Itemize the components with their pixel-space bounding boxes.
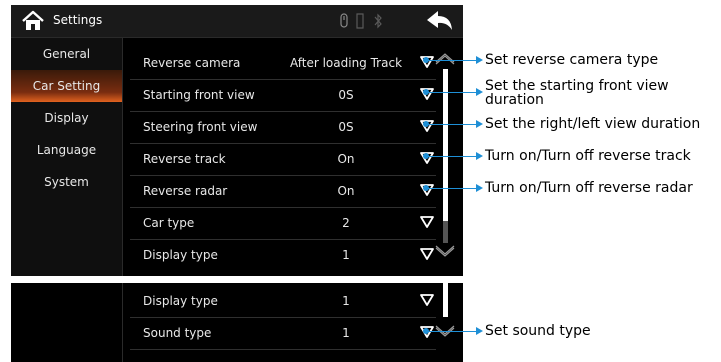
back-icon[interactable] [425, 9, 455, 33]
setting-row-car-type[interactable]: Car type 2 [130, 207, 436, 240]
page-title: Settings [53, 13, 103, 27]
usb-icon [340, 13, 348, 28]
dropdown-arrow-icon[interactable] [420, 293, 434, 307]
setting-value: 1 [342, 248, 350, 262]
scroll-down-icon[interactable] [434, 325, 456, 339]
callout-reverse-radar: Turn on/Turn off reverse radar [485, 180, 693, 196]
scrollbar[interactable] [443, 283, 448, 317]
settings-screen-scrolled: Display type 1 Sound type 1 [11, 283, 463, 362]
scrollbar-thumb[interactable] [443, 221, 448, 243]
callout-line [426, 331, 476, 332]
setting-value: 0S [338, 88, 354, 102]
callout-starting-front-view-cont: duration [485, 92, 544, 108]
setting-value: 1 [342, 294, 350, 308]
setting-label: Starting front view [143, 88, 255, 102]
sidebar-item-general[interactable]: General [11, 38, 122, 70]
sd-card-icon [356, 13, 364, 29]
callout-reverse-camera: Set reverse camera type [485, 52, 659, 68]
callout-line [426, 188, 476, 189]
sidebar-item-system[interactable]: System [11, 166, 122, 198]
sidebar-item-display[interactable]: Display [11, 102, 122, 134]
setting-row-sound-type[interactable]: Sound type 1 [130, 317, 436, 350]
setting-row-display-type[interactable]: Display type 1 [130, 285, 436, 318]
setting-value: On [337, 152, 355, 166]
setting-value: 0S [338, 120, 354, 134]
home-icon[interactable] [21, 10, 45, 32]
callout-line [426, 60, 476, 61]
setting-value: On [337, 184, 355, 198]
callout-arrow-icon [476, 327, 483, 335]
sidebar-item-car-setting[interactable]: Car Setting [11, 70, 122, 102]
setting-label: Reverse camera [143, 56, 241, 70]
sidebar: General Car Setting Display Language Sys… [11, 38, 123, 276]
setting-row-reverse-radar[interactable]: Reverse radar On [130, 175, 436, 208]
callout-steering-front-view: Set the right/left view duration [485, 116, 701, 132]
setting-row-reverse-camera[interactable]: Reverse camera After loading Track [130, 47, 436, 80]
sidebar [11, 283, 123, 362]
setting-label: Reverse track [143, 152, 226, 166]
setting-value: 2 [342, 216, 350, 230]
setting-label: Car type [143, 216, 195, 230]
scroll-up-icon[interactable] [434, 51, 456, 65]
title-bar: Settings [11, 5, 463, 38]
callout-arrow-icon [476, 88, 483, 96]
setting-label: Reverse radar [143, 184, 228, 198]
setting-row-steering-front-view[interactable]: Steering front view 0S [130, 111, 436, 144]
scroll-down-icon[interactable] [434, 245, 456, 259]
callout-arrow-icon [476, 152, 483, 160]
setting-value: After loading Track [289, 56, 403, 70]
dropdown-arrow-icon[interactable] [420, 215, 434, 229]
setting-label: Sound type [143, 326, 212, 340]
callout-arrow-icon [476, 56, 483, 64]
bluetooth-icon [374, 13, 382, 29]
callout-line [426, 156, 476, 157]
setting-label: Steering front view [143, 120, 258, 134]
callout-sound-type: Set sound type [485, 323, 591, 339]
setting-label: Display type [143, 248, 218, 262]
dropdown-arrow-icon[interactable] [420, 247, 434, 261]
callout-arrow-icon [476, 184, 483, 192]
callout-line [426, 92, 476, 93]
callout-arrow-icon [476, 120, 483, 128]
setting-value: 1 [342, 326, 350, 340]
settings-screen: Settings General Car Setting Display Lan… [11, 5, 463, 276]
callout-reverse-track: Turn on/Turn off reverse track [485, 148, 691, 164]
callout-line [426, 124, 476, 125]
setting-label: Display type [143, 294, 218, 308]
setting-row-starting-front-view[interactable]: Starting front view 0S [130, 79, 436, 112]
sidebar-item-language[interactable]: Language [11, 134, 122, 166]
setting-row-display-type[interactable]: Display type 1 [130, 239, 436, 271]
setting-row-reverse-track[interactable]: Reverse track On [130, 143, 436, 176]
